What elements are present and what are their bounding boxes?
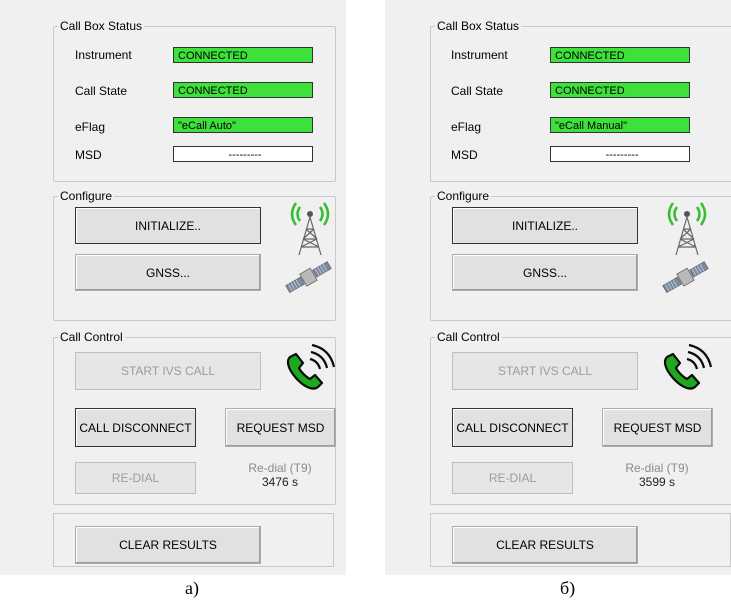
satellite-icon: [285, 261, 332, 294]
call-disconnect-button[interactable]: CALL DISCONNECT: [75, 408, 196, 447]
group-title: Call Control: [60, 330, 123, 344]
eflag-value: "eCall Auto": [173, 117, 313, 133]
initialize-button[interactable]: INITIALIZE..: [75, 207, 261, 244]
redial-timer-value: 3599 s: [638, 475, 676, 489]
panel-b: Call Box Status Instrument CONNECTED Cal…: [385, 0, 731, 575]
instrument-label: Instrument: [451, 48, 508, 62]
clear-results-button[interactable]: CLEAR RESULTS: [75, 526, 261, 564]
satellite-icon: [662, 261, 709, 294]
gnss-button[interactable]: GNSS...: [75, 254, 261, 291]
caption-b: б): [560, 578, 576, 598]
radio-tower-icon: [290, 202, 330, 256]
instrument-value: CONNECTED: [173, 47, 313, 63]
group-title: Call Control: [437, 330, 500, 344]
call-state-label: Call State: [75, 84, 128, 98]
eflag-label: eFlag: [451, 120, 482, 134]
group-title: Call Box Status: [437, 19, 520, 33]
group-title: Call Box Status: [60, 19, 143, 33]
panel-a: Call Box Status Instrument CONNECTED Cal…: [0, 0, 346, 575]
call-state-label: Call State: [451, 84, 504, 98]
phone-ringing-icon: [286, 343, 336, 390]
call-state-value: CONNECTED: [173, 82, 313, 98]
redial-timer-label: Re-dial (T9): [625, 461, 689, 475]
group-title: Configure: [437, 189, 490, 203]
start-ivs-call-button[interactable]: START IVS CALL: [452, 352, 638, 390]
gnss-button[interactable]: GNSS...: [452, 254, 638, 291]
eflag-value: "eCall Manual": [550, 117, 690, 133]
redial-timer: Re-dial (T9) 3599 s: [609, 461, 705, 489]
re-dial-button[interactable]: RE-DIAL: [75, 462, 196, 494]
msd-value: ---------: [550, 146, 690, 162]
redial-timer: Re-dial (T9) 3476 s: [232, 461, 328, 489]
initialize-button[interactable]: INITIALIZE..: [452, 207, 638, 244]
group-title: Configure: [60, 189, 113, 203]
eflag-label: eFlag: [75, 120, 106, 134]
call-disconnect-button[interactable]: CALL DISCONNECT: [452, 408, 573, 447]
msd-value: ---------: [173, 146, 313, 162]
instrument-value: CONNECTED: [550, 47, 690, 63]
radio-tower-icon: [667, 202, 707, 256]
request-msd-button[interactable]: REQUEST MSD: [602, 408, 713, 447]
caption-a: а): [185, 578, 199, 598]
start-ivs-call-button[interactable]: START IVS CALL: [75, 352, 261, 390]
msd-label: MSD: [451, 148, 478, 162]
redial-timer-value: 3476 s: [261, 475, 299, 489]
instrument-label: Instrument: [75, 48, 132, 62]
phone-ringing-icon: [663, 343, 713, 390]
request-msd-button[interactable]: REQUEST MSD: [225, 408, 336, 447]
re-dial-button[interactable]: RE-DIAL: [452, 462, 573, 494]
clear-results-button[interactable]: CLEAR RESULTS: [452, 526, 638, 564]
redial-timer-label: Re-dial (T9): [248, 461, 312, 475]
call-state-value: CONNECTED: [550, 82, 690, 98]
msd-label: MSD: [75, 148, 102, 162]
